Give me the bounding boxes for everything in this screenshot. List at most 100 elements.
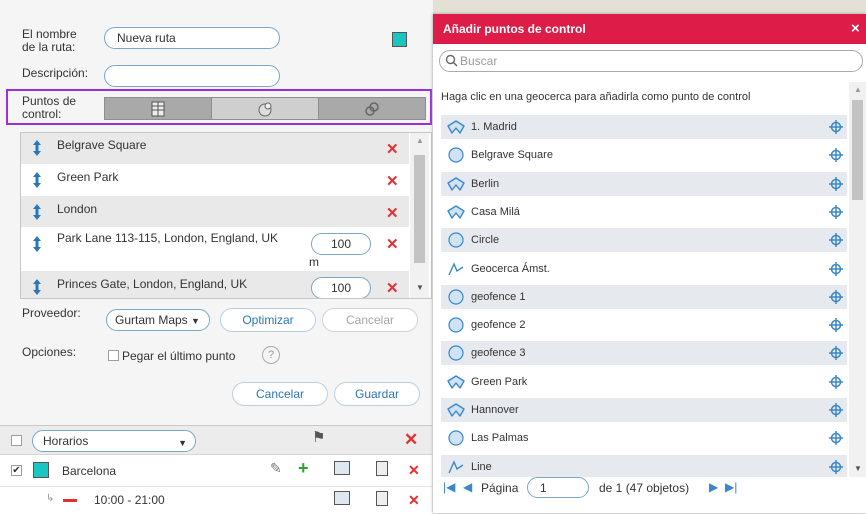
search-box[interactable]: Buscar [439,50,863,72]
schedule-table-icon[interactable] [334,461,350,475]
locate-icon[interactable] [829,374,843,389]
prev-page-icon[interactable]: ◀ [463,480,472,494]
select-all-checkbox[interactable] [11,435,22,446]
list-item[interactable]: Belgrave Square [441,143,847,167]
optimize-button[interactable]: Optimizar [220,308,316,332]
scroll-up-icon[interactable]: ▲ [416,136,424,145]
circle-geofence-icon [447,147,465,163]
locate-icon[interactable] [829,403,843,417]
locate-icon[interactable] [829,204,843,219]
cancel-optimize-button[interactable]: Cancelar [322,308,418,332]
geofence-name: 1. Madrid [471,121,517,133]
reorder-icon [33,236,41,252]
locate-icon[interactable] [829,233,843,248]
list-item[interactable]: 1. Madrid [441,115,847,139]
circle-geofence-icon [447,317,465,333]
last-page-icon[interactable]: ▶| [725,480,737,494]
list-item[interactable]: Green Park ✕ [21,164,409,196]
delete-icon[interactable]: ✕ [408,492,420,509]
locate-icon[interactable] [829,148,843,163]
list-item[interactable]: Line [441,454,847,477]
delete-icon[interactable]: ✕ [386,279,399,297]
geofence-name: geofence 2 [471,319,526,332]
delete-icon[interactable]: ✕ [386,235,399,253]
route-filter-value: Horarios [43,434,89,448]
add-schedule-icon[interactable]: + [298,458,309,479]
close-icon[interactable]: × [851,20,860,37]
table-row[interactable]: ↳ 10:00 - 21:00 ✕ [0,487,432,514]
locate-icon[interactable] [829,459,843,474]
stick-last-checkbox[interactable] [108,350,119,361]
search-input[interactable]: Buscar [460,54,497,68]
list-item[interactable]: Las Palmas [441,426,847,450]
save-button[interactable]: Guardar [334,382,420,406]
list-item[interactable]: London ✕ [21,196,409,227]
list-item[interactable]: Hannover [441,398,847,422]
delete-icon[interactable]: ✕ [386,204,399,222]
list-item[interactable]: Princes Gate, London, England, UK 100 ✕ [21,271,409,298]
page-input[interactable]: 1 [527,477,589,498]
tab-addresses[interactable] [105,98,212,119]
copy-icon[interactable] [376,491,388,506]
reorder-icon [33,172,41,188]
locate-icon[interactable] [829,289,843,304]
delete-icon[interactable]: ✕ [386,172,399,190]
locate-icon[interactable] [829,120,843,134]
checkpoint-name: Belgrave Square [57,138,147,152]
checkpoint-name: London [57,202,98,216]
locate-icon[interactable] [829,346,843,361]
cancel-button[interactable]: Cancelar [232,382,328,406]
locate-icon[interactable] [829,318,843,333]
copy-icon[interactable] [376,461,388,476]
first-page-icon[interactable]: |◀ [443,480,455,494]
circle-geofence-icon [447,289,465,305]
list-item[interactable]: geofence 3 [441,341,847,366]
geofence-name: Hannover [471,404,519,416]
locate-icon[interactable] [829,176,843,191]
scroll-down-icon[interactable]: ▼ [416,283,424,292]
radius-input[interactable]: 100 [311,277,371,298]
list-item[interactable]: Belgrave Square ✕ [21,133,409,164]
route-color-swatch[interactable] [392,32,407,47]
radius-input[interactable]: 100 [311,233,371,255]
scroll-thumb[interactable] [414,155,425,263]
scroll-up-icon[interactable]: ▲ [854,85,862,94]
tab-routes[interactable] [319,98,425,119]
list-item[interactable]: Geocerca Ámst. [441,257,847,281]
list-item[interactable]: Park Lane 113-115, London, England, UK 1… [21,227,409,271]
list-item[interactable]: geofence 2 [441,313,847,337]
locate-icon[interactable] [829,431,843,446]
delete-all-icon[interactable]: ✕ [404,430,418,450]
schedule-flag-icon[interactable]: ⚑ [312,428,325,446]
scroll-down-icon[interactable]: ▼ [854,464,862,473]
help-icon[interactable]: ? [262,346,280,364]
geofence-name: Casa Milá [471,205,520,218]
route-filter-select[interactable]: Horarios ▼ [32,430,196,452]
delete-icon[interactable]: ✕ [408,462,420,479]
radius-unit: m [309,255,319,269]
list-item[interactable]: Circle [441,228,847,253]
table-row[interactable]: ✔ Barcelona ✎ + ✕ [0,455,432,487]
route-name-input[interactable]: Nueva ruta [104,27,280,49]
list-item[interactable]: Casa Milá [441,200,847,224]
description-input[interactable] [104,65,280,87]
checkpoint-scrollbar[interactable]: ▲ ▼ [410,133,429,298]
add-checkpoints-dialog: Añadir puntos de control × Buscar Haga c… [433,14,866,513]
scroll-thumb[interactable] [852,100,863,200]
edit-icon[interactable]: ✎ [270,460,282,477]
checkpoint-list: Belgrave Square ✕ Green Park ✕ London ✕ … [20,132,432,299]
geofence-scrollbar[interactable]: ▲ ▼ [849,82,866,478]
next-page-icon[interactable]: ▶ [709,480,718,494]
list-item[interactable]: geofence 1 [441,284,847,309]
geofence-name: Green Park [471,375,528,388]
list-item[interactable]: Green Park [441,370,847,394]
route-color-swatch [33,462,49,478]
route-checkbox[interactable]: ✔ [11,465,22,476]
tab-geofences[interactable] [212,98,319,119]
edit-schedule-icon[interactable] [334,491,350,505]
geofence-icon [258,102,272,116]
list-item[interactable]: Berlin [441,171,847,196]
locate-icon[interactable] [829,261,843,276]
provider-select[interactable]: Gurtam Maps ▼ [106,309,210,331]
delete-icon[interactable]: ✕ [386,140,399,158]
